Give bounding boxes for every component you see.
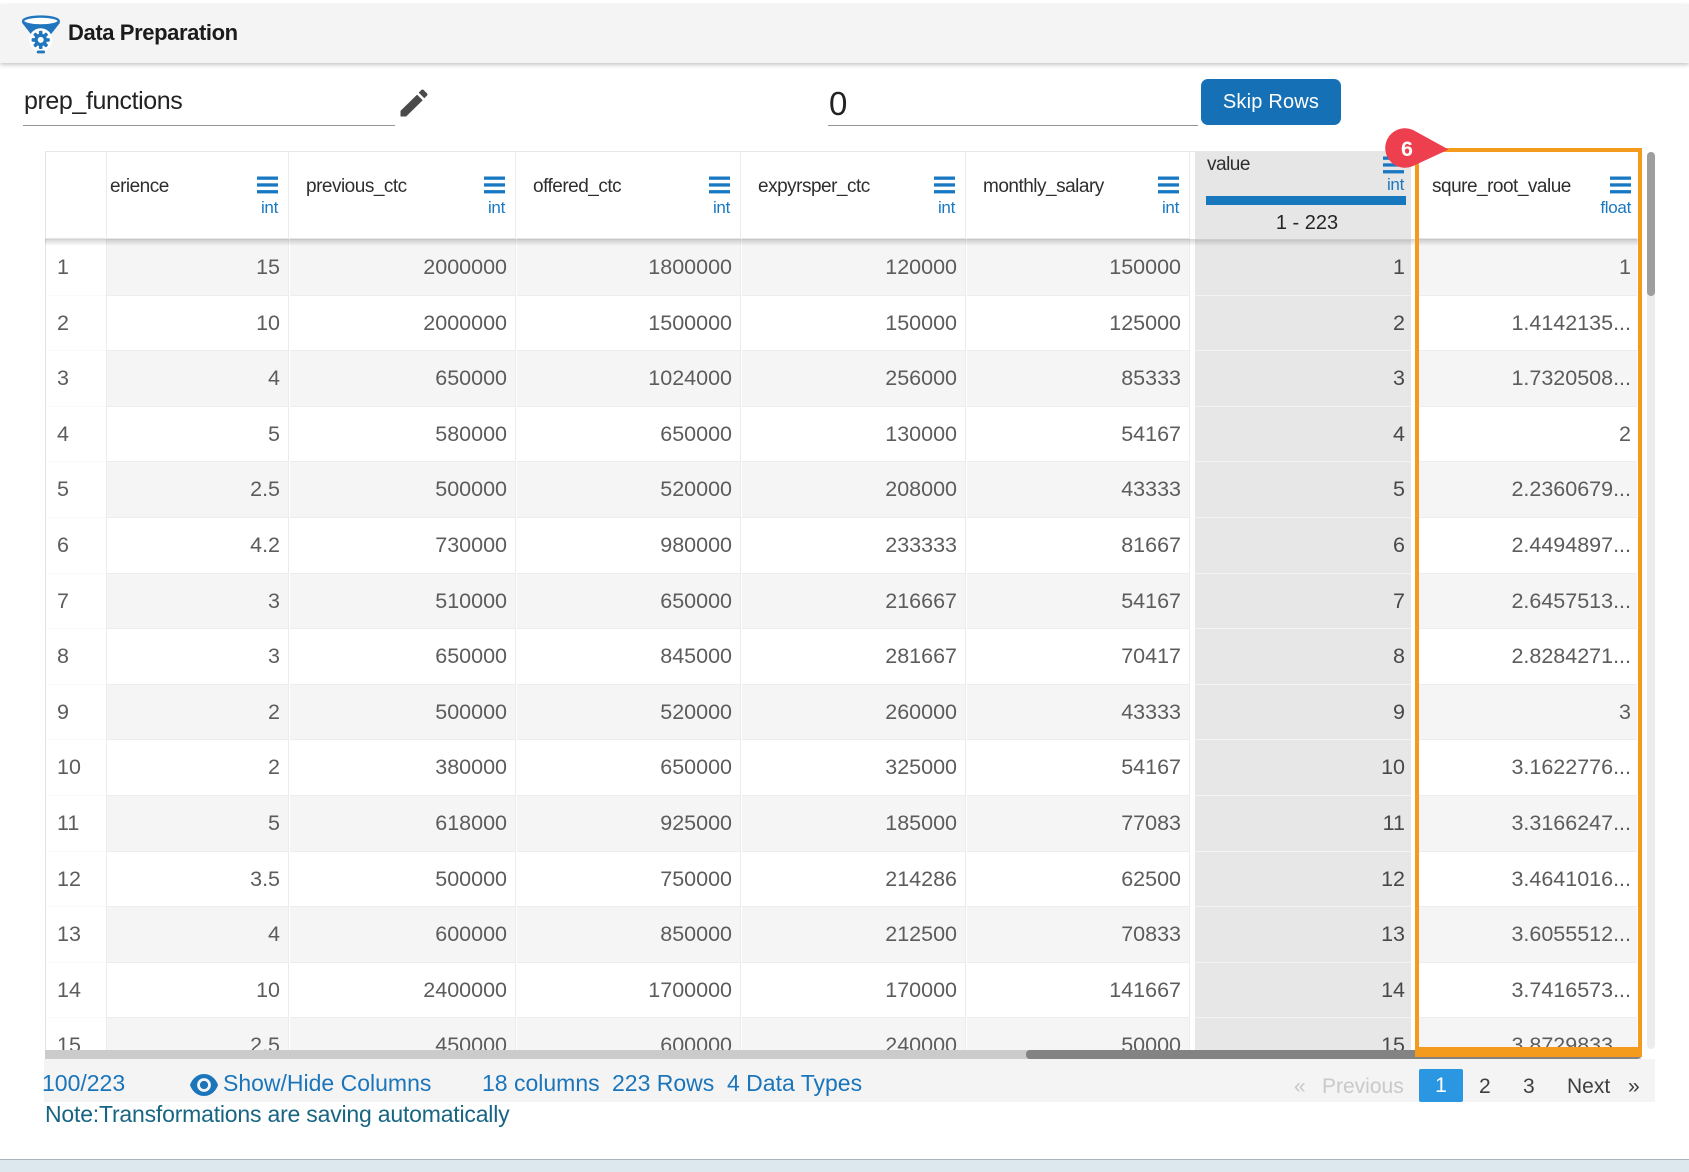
svg-text:6: 6 xyxy=(1401,137,1413,161)
